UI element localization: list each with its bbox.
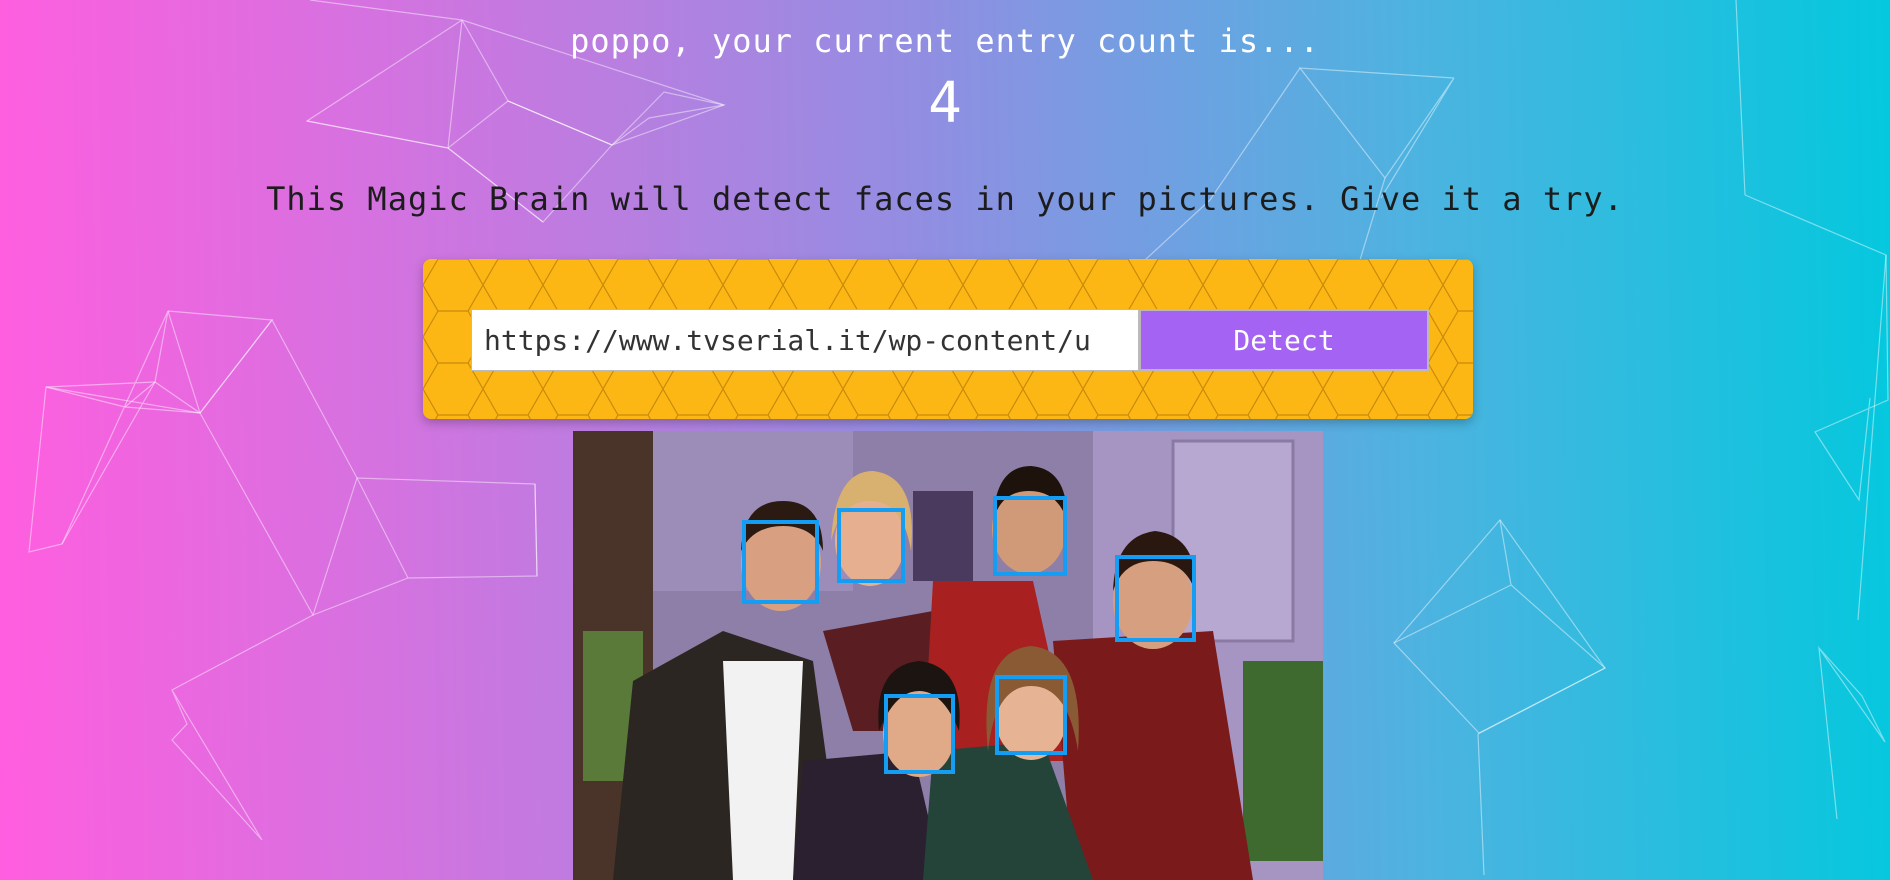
entry-count-greeting: poppo, your current entry count is... bbox=[570, 22, 1320, 60]
entry-count-value: 4 bbox=[928, 71, 962, 136]
face-bounding-box bbox=[995, 675, 1067, 755]
face-bounding-box bbox=[742, 520, 819, 604]
face-bounding-box bbox=[884, 694, 955, 774]
detection-image bbox=[573, 431, 1323, 880]
face-bounding-box bbox=[837, 508, 905, 583]
image-url-input[interactable] bbox=[471, 309, 1139, 371]
group-photo bbox=[573, 431, 1323, 880]
app-description: This Magic Brain will detect faces in yo… bbox=[266, 180, 1624, 218]
image-url-form: Detect bbox=[423, 259, 1473, 419]
face-bounding-box bbox=[993, 496, 1067, 576]
face-bounding-box bbox=[1115, 555, 1196, 642]
detect-button[interactable]: Detect bbox=[1139, 309, 1429, 371]
